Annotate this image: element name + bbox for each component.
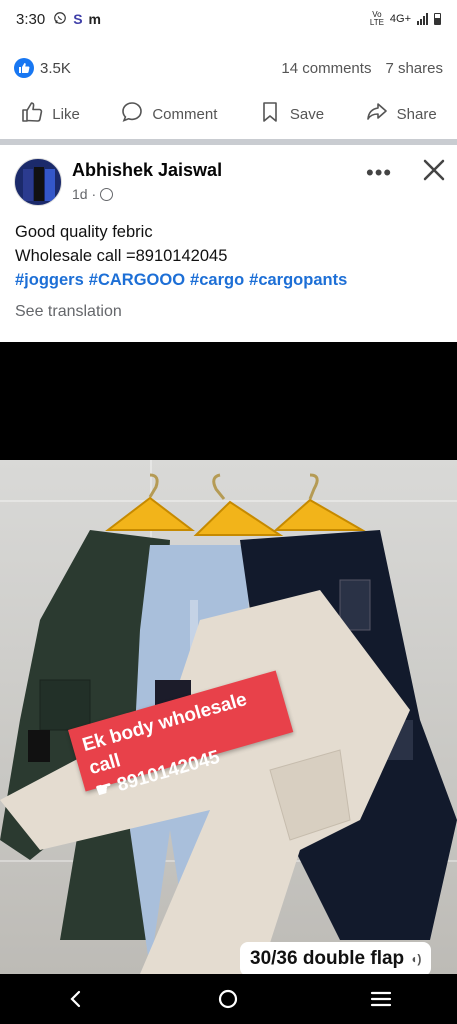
share-button[interactable]: Share bbox=[365, 100, 437, 128]
post-photo[interactable]: Ek body wholesale call ☛ 8910142045 30/3… bbox=[0, 342, 457, 974]
comment-label: Comment bbox=[152, 105, 218, 123]
post-action-bar: Like Comment Save Share bbox=[0, 92, 457, 136]
status-right: Vo LTE 4G+ bbox=[370, 11, 441, 27]
comment-button[interactable]: Comment bbox=[120, 100, 217, 128]
bookmark-icon bbox=[258, 100, 282, 128]
battery-icon bbox=[434, 13, 441, 25]
post-time: 1d · bbox=[72, 186, 114, 202]
post-line-1: Good quality febric bbox=[15, 223, 153, 241]
save-label: Save bbox=[289, 105, 325, 123]
s-app-icon: S bbox=[73, 11, 83, 27]
status-left: 3:30 S m bbox=[16, 11, 101, 28]
sound-icon[interactable]: ◖) bbox=[410, 952, 421, 966]
m-app-icon: m bbox=[88, 11, 101, 27]
like-reaction-icon bbox=[14, 58, 34, 78]
volte-icon: Vo LTE bbox=[369, 10, 384, 27]
status-bar: 3:30 S m Vo LTE 4G+ bbox=[0, 0, 457, 38]
reaction-count[interactable]: 3.5K bbox=[40, 60, 71, 77]
post-line-2: Wholesale call =8910142045 bbox=[15, 247, 228, 265]
back-icon[interactable] bbox=[56, 979, 96, 1019]
hashtags: #joggers #CARGOOO #cargo #cargopants bbox=[15, 268, 352, 292]
whatsapp-icon bbox=[53, 11, 67, 27]
close-icon[interactable] bbox=[420, 156, 448, 184]
globe-icon bbox=[100, 187, 114, 201]
beige-cargo-pants bbox=[0, 590, 410, 974]
shares-count[interactable]: 7 shares bbox=[385, 60, 443, 77]
signal-icon bbox=[417, 13, 428, 25]
hashtag-link[interactable]: #cargo bbox=[190, 271, 244, 289]
hashtag-link[interactable]: #CARGOOO bbox=[89, 271, 185, 289]
cargo-pants-photo: Ek body wholesale call ☛ 8910142045 bbox=[0, 460, 457, 974]
status-app-icons: S m bbox=[53, 11, 101, 27]
recents-menu-icon[interactable] bbox=[361, 979, 401, 1019]
avatar[interactable] bbox=[14, 158, 62, 206]
post-header: Abhishek Jaiswal 1d · ••• bbox=[0, 150, 457, 210]
reactions-row: 3.5K 14 comments 7 shares bbox=[0, 50, 457, 86]
comment-bubble-icon bbox=[120, 100, 144, 128]
post-timestamp[interactable]: 1d · bbox=[72, 186, 96, 202]
hashtag-link[interactable]: #joggers bbox=[15, 271, 84, 289]
engagement-meta: 14 comments 7 shares bbox=[281, 60, 443, 77]
comments-count[interactable]: 14 comments bbox=[281, 60, 371, 77]
see-translation-link[interactable]: See translation bbox=[15, 303, 122, 321]
size-text: 30/36 double flap bbox=[250, 948, 405, 969]
network-label: 4G+ bbox=[389, 13, 411, 25]
post-body: Good quality febric Wholesale call =8910… bbox=[15, 220, 352, 292]
system-nav-bar bbox=[0, 974, 457, 1024]
home-icon[interactable] bbox=[208, 979, 248, 1019]
share-label: Share bbox=[396, 105, 437, 123]
share-arrow-icon bbox=[365, 100, 389, 128]
post-divider bbox=[0, 139, 457, 145]
hashtag-link[interactable]: #cargopants bbox=[249, 271, 347, 289]
like-label: Like bbox=[52, 105, 80, 123]
more-options-icon[interactable]: ••• bbox=[366, 160, 392, 186]
facebook-post-screen: 3:30 S m Vo LTE 4G+ 3.5K 14 comments 7 s… bbox=[0, 0, 457, 1024]
save-button[interactable]: Save bbox=[258, 100, 324, 128]
thumbs-up-icon bbox=[20, 100, 44, 128]
author-name[interactable]: Abhishek Jaiswal bbox=[72, 160, 222, 181]
like-button[interactable]: Like bbox=[20, 100, 80, 128]
size-label: 30/36 double flap ◖) bbox=[240, 942, 432, 974]
status-time: 3:30 bbox=[16, 10, 46, 28]
